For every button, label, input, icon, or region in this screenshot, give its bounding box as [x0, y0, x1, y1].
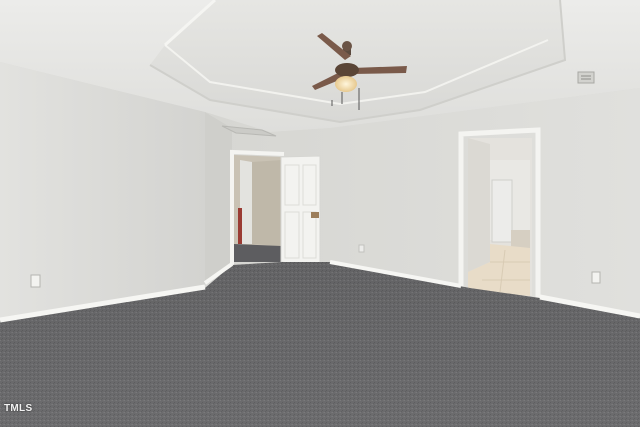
ceiling-vent-right: [577, 71, 595, 84]
left-wall-return: [205, 112, 232, 283]
fan-light: [335, 76, 357, 92]
room-illustration: [0, 0, 640, 427]
wall-outlet-right: [591, 271, 601, 284]
room-photo: TMLS: [0, 0, 640, 427]
door-handle: [311, 212, 319, 218]
wall-outlet-left: [30, 274, 41, 288]
watermark-text: TMLS: [4, 403, 33, 414]
